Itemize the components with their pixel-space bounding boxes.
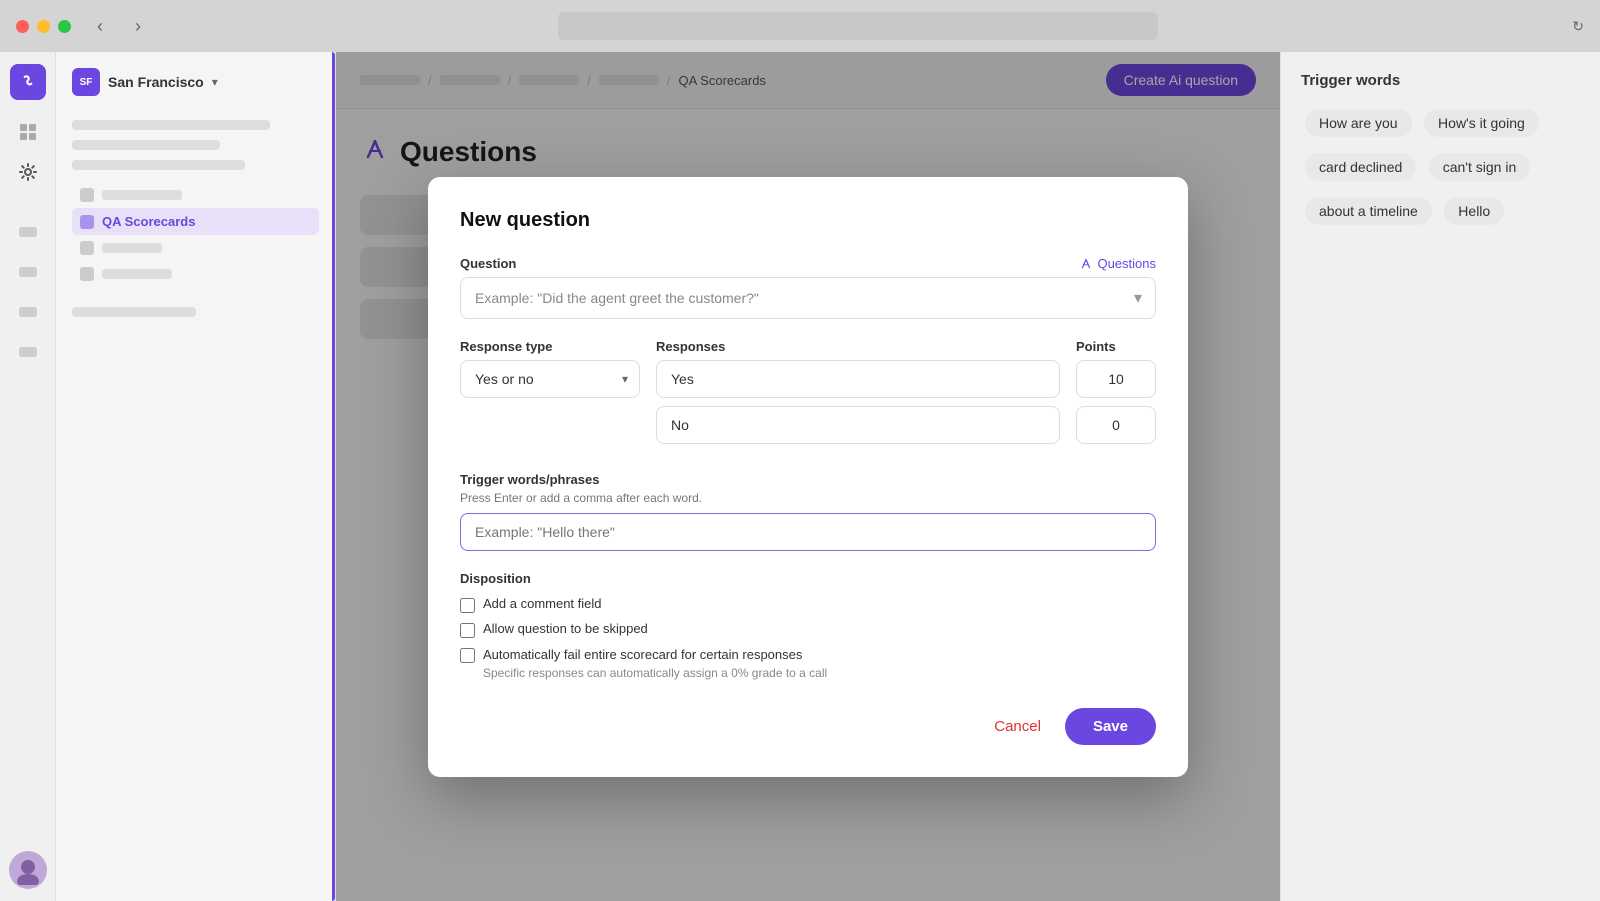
auto-fail-sublabel: Specific responses can automatically ass… (483, 666, 827, 680)
trigger-tag-about-timeline[interactable]: about a timeline (1305, 197, 1432, 225)
modal-footer: Cancel Save (460, 708, 1156, 745)
trigger-tag-hello[interactable]: Hello (1444, 197, 1504, 225)
trigger-tags-row1: How are you How's it going (1301, 105, 1580, 141)
back-button[interactable]: ‹ (91, 12, 109, 41)
chevron-down-icon[interactable]: ▾ (212, 75, 218, 89)
allow-skip-row: Allow question to be skipped (460, 621, 1156, 638)
url-bar[interactable] (558, 12, 1158, 40)
nav-item-placeholder3[interactable] (72, 261, 319, 287)
right-panel: Trigger words How are you How's it going… (1280, 52, 1600, 901)
response-type-label: Response type (460, 339, 640, 354)
auto-fail-row: Automatically fail entire scorecard for … (460, 646, 1156, 680)
ai-questions-link[interactable]: Questions (1079, 256, 1156, 271)
modal-overlay[interactable]: New question Question Questions Example: (336, 52, 1280, 901)
question-row-header: Question Questions (460, 256, 1156, 271)
workspace-header: SF San Francisco ▾ (72, 68, 319, 96)
disposition-title: Disposition (460, 571, 1156, 586)
nav-item-qa-scorecards[interactable]: QA Scorecards (72, 208, 319, 235)
sidebar-icon-item4[interactable] (12, 336, 44, 368)
trigger-words-title: Trigger words (1301, 72, 1580, 89)
skeleton-line (72, 120, 270, 130)
question-label: Question (460, 256, 516, 271)
sidebar-icon-settings[interactable] (12, 156, 44, 188)
sidebar-icon-item2[interactable] (12, 256, 44, 288)
minimize-button[interactable] (37, 20, 50, 33)
sidebar-icon-users[interactable] (12, 216, 44, 248)
modal: New question Question Questions Example: (428, 177, 1188, 777)
app: SF San Francisco ▾ QA Scorecards (0, 52, 1600, 901)
titlebar: ‹ › ↻ (0, 0, 1600, 52)
trigger-tags-row2: card declined can't sign in (1301, 149, 1580, 185)
app-logo (10, 64, 46, 100)
points2-input[interactable] (1076, 406, 1156, 444)
user-avatar[interactable] (9, 851, 47, 889)
response-type-col: Response type Yes or no Multiple choice … (460, 339, 640, 452)
qa-scorecards-label: QA Scorecards (102, 214, 195, 229)
points-col: Points (1076, 339, 1156, 452)
refresh-button[interactable]: ↻ (1572, 18, 1584, 35)
auto-fail-checkbox[interactable] (460, 648, 475, 663)
trigger-words-label: Trigger words/phrases (460, 472, 1156, 487)
skeleton-line (72, 160, 245, 170)
nav-item-placeholder1[interactable] (72, 182, 319, 208)
modal-title: New question (460, 209, 1156, 232)
forward-button[interactable]: › (129, 12, 147, 41)
form-columns: Response type Yes or no Multiple choice … (460, 339, 1156, 452)
disposition-section: Disposition Add a comment field Allow qu… (460, 571, 1156, 680)
skeleton-line (72, 307, 196, 317)
icon-rail (0, 52, 56, 901)
responses-col: Responses (656, 339, 1060, 452)
auto-fail-label[interactable]: Automatically fail entire scorecard for … (483, 647, 802, 662)
cancel-button[interactable]: Cancel (982, 710, 1053, 743)
workspace-name: San Francisco (108, 74, 204, 90)
responses-label: Responses (656, 339, 1060, 354)
response2-input[interactable] (656, 406, 1060, 444)
skeleton-line (72, 140, 220, 150)
active-indicator (332, 52, 335, 901)
points-label: Points (1076, 339, 1156, 354)
sidebar-icon-item3[interactable] (12, 296, 44, 328)
sidebar-icon-grid[interactable] (12, 116, 44, 148)
save-button[interactable]: Save (1065, 708, 1156, 745)
nav-item-placeholder2[interactable] (72, 235, 319, 261)
ai-questions-label: Questions (1097, 256, 1156, 271)
response-type-select-wrap: Yes or no Multiple choice Text ▾ (460, 360, 640, 398)
add-comment-checkbox[interactable] (460, 598, 475, 613)
main-content: / / / / QA Scorecards Create Ai question (336, 52, 1280, 901)
trigger-tags-row3: about a timeline Hello (1301, 193, 1580, 229)
allow-skip-checkbox[interactable] (460, 623, 475, 638)
allow-skip-label[interactable]: Allow question to be skipped (483, 621, 648, 636)
points1-input[interactable] (1076, 360, 1156, 398)
close-button[interactable] (16, 20, 29, 33)
add-comment-row: Add a comment field (460, 596, 1156, 613)
trigger-tag-card-declined[interactable]: card declined (1305, 153, 1416, 181)
trigger-tag-hows-it-going[interactable]: How's it going (1424, 109, 1539, 137)
trigger-tag-how-are-you[interactable]: How are you (1305, 109, 1412, 137)
response1-input[interactable] (656, 360, 1060, 398)
left-panel: SF San Francisco ▾ QA Scorecards (56, 52, 336, 901)
question-select-wrap: Example: "Did the agent greet the custom… (460, 277, 1156, 319)
trigger-tag-cant-sign-in[interactable]: can't sign in (1429, 153, 1531, 181)
trigger-section: Trigger words/phrases Press Enter or add… (460, 472, 1156, 551)
workspace-avatar: SF (72, 68, 100, 96)
trigger-input[interactable] (460, 513, 1156, 551)
question-select[interactable]: Example: "Did the agent greet the custom… (460, 277, 1156, 319)
add-comment-label[interactable]: Add a comment field (483, 596, 602, 611)
maximize-button[interactable] (58, 20, 71, 33)
trigger-hint: Press Enter or add a comma after each wo… (460, 491, 1156, 505)
response-type-select[interactable]: Yes or no Multiple choice Text (460, 360, 640, 398)
